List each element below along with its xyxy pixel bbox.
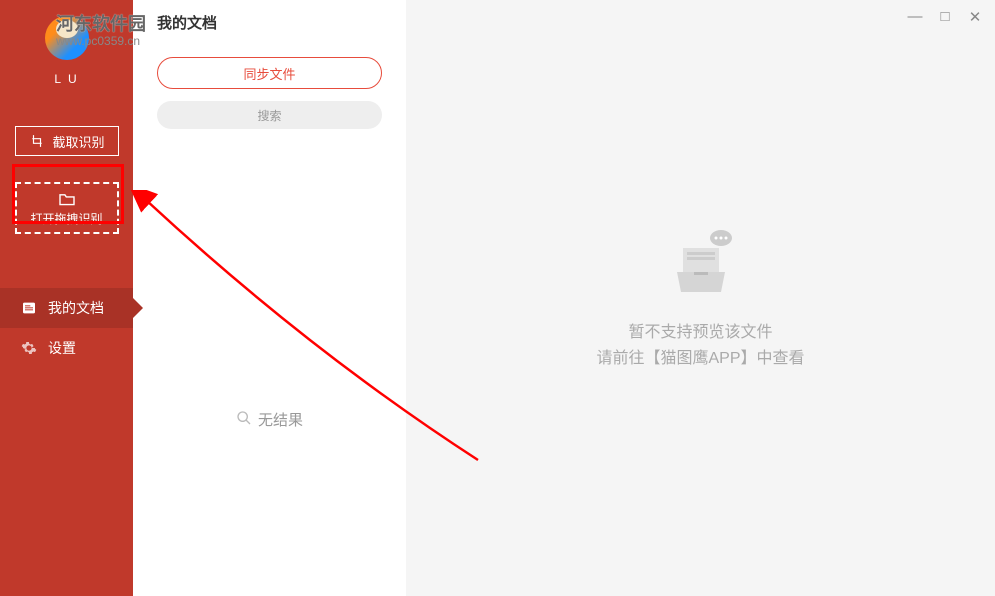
close-button[interactable]: ✕: [967, 8, 983, 26]
watermark-title: 河东软件园: [56, 10, 146, 36]
nav-section: 我的文档 设置: [0, 288, 133, 368]
page-title: 我的文档: [153, 12, 386, 33]
nav-settings[interactable]: 设置: [0, 328, 133, 368]
nav-my-documents[interactable]: 我的文档: [0, 288, 133, 328]
folder-icon: [58, 190, 76, 208]
sync-files-button[interactable]: 同步文件: [157, 57, 382, 89]
profile-name: L U: [54, 72, 78, 86]
minimize-button[interactable]: —: [907, 8, 923, 26]
sidebar: L U 截取识别 打开拖拽识别 我的文档 设置: [0, 0, 133, 596]
maximize-button[interactable]: □: [937, 8, 953, 26]
nav-settings-label: 设置: [48, 338, 76, 358]
open-drag-recognize-button[interactable]: 打开拖拽识别: [15, 182, 119, 234]
nav-docs-label: 我的文档: [48, 298, 104, 318]
search-button[interactable]: 搜索: [157, 101, 382, 129]
watermark-url: www.pc0359.cn: [56, 34, 140, 48]
no-result-label: 无结果: [258, 409, 303, 430]
crop-recognize-button[interactable]: 截取识别: [15, 126, 119, 156]
crop-button-label: 截取识别: [52, 132, 104, 151]
search-icon: [236, 410, 252, 430]
preview-message: 暂不支持预览该文件 请前往【猫图鹰APP】中查看: [596, 320, 804, 372]
crop-icon: [28, 132, 46, 150]
preview-panel: 暂不支持预览该文件 请前往【猫图鹰APP】中查看: [406, 0, 995, 596]
preview-line1: 暂不支持预览该文件: [596, 320, 804, 346]
search-button-label: 搜索: [257, 107, 281, 124]
document-list-panel: 我的文档 同步文件 搜索 无结果: [133, 0, 406, 596]
document-icon: [20, 299, 38, 317]
no-result-message: 无结果: [236, 409, 303, 430]
window-controls: — □ ✕: [907, 8, 983, 26]
preview-line2: 请前往【猫图鹰APP】中查看: [596, 346, 804, 372]
gear-icon: [20, 339, 38, 357]
open-drag-label: 打开拖拽识别: [30, 210, 102, 227]
sync-button-label: 同步文件: [243, 64, 295, 83]
preview-placeholder-icon: [661, 224, 741, 304]
